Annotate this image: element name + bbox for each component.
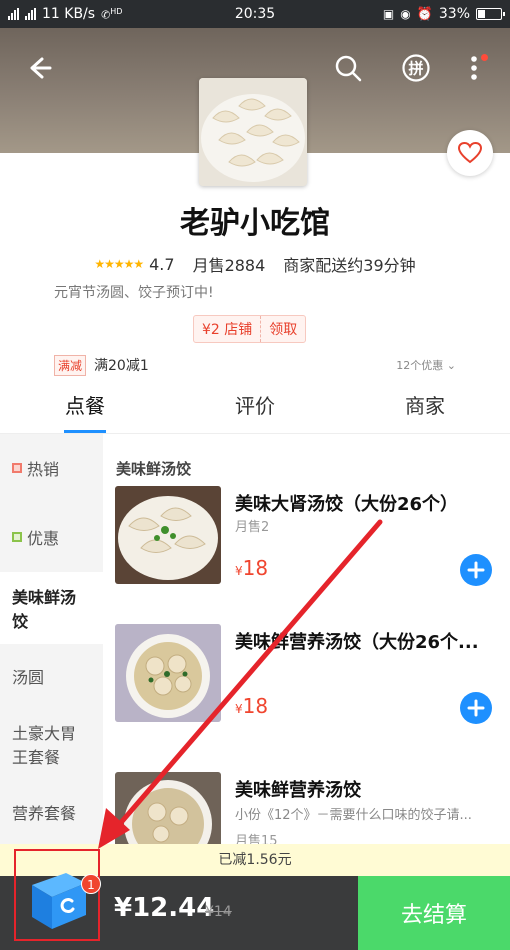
cart-count-badge: 1 — [81, 874, 101, 894]
food-image — [115, 486, 221, 584]
search-button[interactable] — [330, 50, 366, 86]
more-vertical-icon — [471, 56, 477, 80]
food-item[interactable]: 美味大肾汤饺（大份26个） 月售2 ¥18 — [103, 486, 510, 596]
food-sales: 月售2 — [235, 520, 270, 535]
signal-icon — [8, 8, 19, 20]
shop-meta: ★★★★★ 4.7 月售2884 商家配送约39分钟 — [0, 252, 510, 276]
promo-text: 满20减1 — [94, 358, 149, 374]
battery-icon — [476, 8, 505, 20]
store-coupon[interactable]: ¥2 店铺 领取 — [193, 315, 307, 343]
sidebar-item-label: 土豪大胃王套餐 — [12, 724, 77, 767]
cart-button[interactable] — [22, 865, 92, 933]
plus-icon — [467, 699, 485, 717]
sidebar-item-label: 优惠 — [27, 529, 60, 548]
back-arrow-icon — [30, 57, 52, 79]
hd-label: HD — [110, 6, 123, 16]
tab-order[interactable]: 点餐 — [0, 384, 170, 433]
sidebar-item-nutrition-set[interactable]: 营养套餐 — [0, 780, 103, 844]
food-price-symbol: ¥ — [235, 564, 243, 578]
shop-logo — [199, 78, 307, 186]
food-item[interactable]: 美味鲜营养汤饺（大份26个... ¥18 — [103, 624, 510, 734]
food-name: 美味大肾汤饺（大份26个） — [235, 494, 459, 515]
sidebar-item-discount[interactable]: 优惠 — [0, 502, 103, 572]
heart-outline-icon — [457, 141, 483, 164]
sidebar-item-tangyuan[interactable]: 汤圆 — [0, 644, 103, 708]
delivery-time: 商家配送约39分钟 — [283, 256, 416, 275]
back-button[interactable] — [20, 50, 56, 86]
cart-box-icon — [32, 873, 86, 929]
cart-total: ¥12.44 — [114, 893, 215, 923]
signal-icon-2 — [25, 8, 36, 20]
coupon-claim-button[interactable]: 领取 — [261, 316, 305, 342]
category-title: 美味鲜汤饺 — [116, 460, 192, 478]
alarm-icon: ⏰ — [416, 6, 433, 22]
checkout-button[interactable]: 去结算 — [358, 876, 510, 950]
favorite-button[interactable] — [447, 130, 493, 176]
battery-percent: 33% — [438, 6, 470, 22]
food-price-symbol: ¥ — [235, 702, 243, 716]
sidebar-item-label: 热销 — [27, 460, 60, 479]
nfc-icon: ▣ — [382, 7, 395, 21]
promotion-row[interactable]: 满减 满20减1 12个优惠 ⌄ — [54, 354, 456, 376]
food-image — [115, 772, 221, 844]
add-to-cart-button[interactable] — [460, 554, 492, 586]
add-to-cart-button[interactable] — [460, 692, 492, 724]
network-speed: 11 KB/s — [42, 6, 96, 22]
food-description: 小份《12个》－需要什么口味的饺子请... — [235, 808, 472, 823]
menu-list: 美味鲜汤饺 美味大肾汤饺（大份26个） 月售2 ¥18 美味鲜营养汤饺（大份26… — [103, 434, 510, 844]
food-price-value: 18 — [242, 556, 269, 580]
group-order-button[interactable]: 拼 — [398, 50, 434, 86]
food-sales: 月售15 — [235, 834, 278, 844]
sidebar-item-big-eater-set[interactable]: 土豪大胃王套餐 — [0, 708, 103, 780]
more-menu-button[interactable] — [456, 50, 492, 86]
group-glyph: 拼 — [408, 60, 423, 78]
discount-marker-icon — [12, 532, 22, 542]
food-name: 美味鲜营养汤饺（大份26个... — [235, 632, 479, 653]
food-item[interactable]: 美味鲜营养汤饺 小份《12个》－需要什么口味的饺子请... 月售15 — [103, 772, 510, 844]
battery-level — [478, 10, 485, 18]
food-price: ¥18 — [235, 694, 268, 718]
sidebar-item-hot[interactable]: 热销 — [0, 434, 103, 502]
food-price: ¥18 — [235, 556, 268, 580]
shop-name: 老驴小吃馆 — [180, 206, 330, 241]
chevron-down-icon: ⌄ — [446, 359, 456, 372]
hd-call-icon: ✆HD — [101, 6, 123, 22]
tab-merchant[interactable]: 商家 — [340, 384, 510, 433]
shop-rating: 4.7 — [149, 254, 175, 274]
food-price-value: 18 — [242, 694, 269, 718]
food-image — [115, 624, 221, 722]
sidebar-item-soup-dumplings[interactable]: 美味鲜汤饺 — [0, 572, 103, 644]
search-icon — [335, 55, 362, 82]
promo-more-label: 12个优惠 — [396, 359, 444, 372]
shop-notice: 元宵节汤圆、饺子预订中! — [54, 285, 214, 301]
pin-group-icon: 拼 — [402, 54, 430, 82]
cart-original-price: ¥14 — [205, 904, 232, 920]
category-sidebar: 热销 优惠 美味鲜汤饺 汤圆 土豪大胃王套餐 营养套餐 — [0, 434, 103, 844]
status-bar: 11 KB/s ✆HD 20:35 ▣ ◉ ⏰ 33% — [0, 0, 510, 28]
sidebar-item-label: 汤圆 — [12, 668, 45, 687]
coupon-amount: ¥2 店铺 — [194, 316, 262, 342]
promo-more[interactable]: 12个优惠 ⌄ — [396, 357, 456, 373]
monthly-sales: 月售2884 — [192, 256, 266, 275]
sidebar-item-label: 美味鲜汤饺 — [12, 588, 77, 631]
plus-icon — [467, 561, 485, 579]
hot-marker-icon — [12, 463, 22, 473]
tab-reviews[interactable]: 评价 — [170, 384, 340, 433]
promo-tag: 满减 — [54, 354, 87, 376]
rating-stars-icon: ★★★★★ — [94, 257, 144, 271]
notification-dot — [481, 54, 488, 61]
sidebar-item-label: 营养套餐 — [12, 804, 77, 823]
shop-tabs: 点餐 评价 商家 — [0, 384, 510, 434]
lock-rotation-icon: ◉ — [400, 7, 411, 21]
food-name: 美味鲜营养汤饺 — [235, 780, 361, 801]
